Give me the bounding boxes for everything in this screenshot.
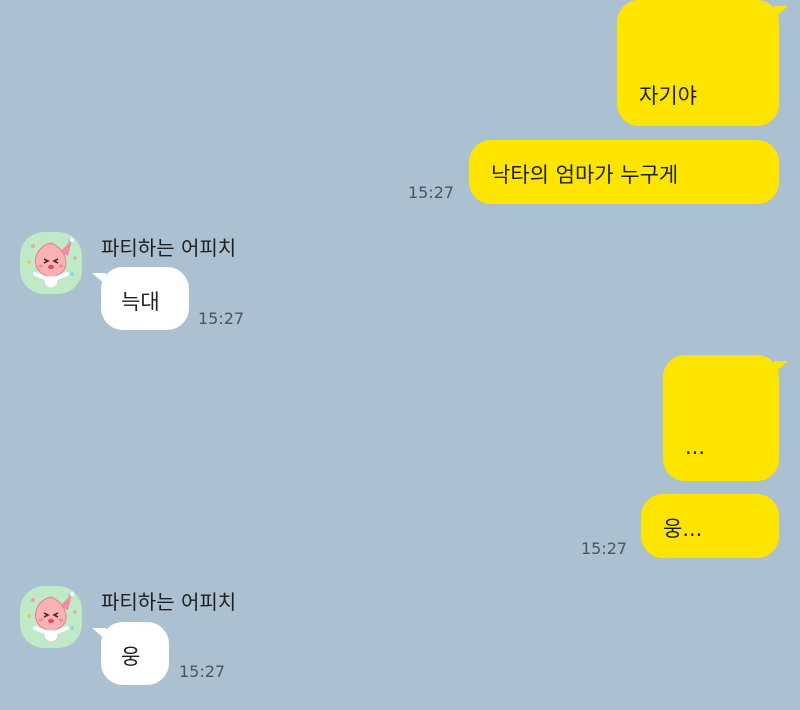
apeach-party-avatar-icon	[27, 237, 77, 289]
sender-name: 파티하는 어피치	[101, 236, 237, 260]
message-text: 낙타의 엄마가 누구게	[491, 163, 679, 187]
message-bubble-received[interactable]: 웅	[92, 622, 169, 685]
message-timestamp: 15:27	[408, 183, 455, 202]
message-timestamp: 15:27	[198, 309, 245, 328]
message-timestamp: 15:27	[581, 539, 628, 558]
message-text: 웅...	[663, 517, 703, 541]
message-bubble-sent[interactable]: ...	[663, 355, 788, 481]
message-text: 웅	[121, 645, 141, 669]
message-bubble-sent[interactable]: 웅...	[641, 494, 779, 558]
message-text: ...	[685, 435, 706, 459]
friend-avatar[interactable]	[20, 232, 82, 294]
apeach-party-avatar-icon	[27, 591, 77, 643]
friend-avatar[interactable]	[20, 586, 82, 648]
message-timestamp: 15:27	[179, 662, 226, 681]
message-bubble-sent[interactable]: 낙타의 엄마가 누구게	[469, 140, 779, 204]
message-bubble-sent[interactable]: 자기야	[617, 0, 788, 126]
message-text: 늑대	[121, 290, 160, 314]
message-text: 자기야	[639, 84, 697, 108]
sender-name: 파티하는 어피치	[101, 590, 237, 614]
message-bubble-received[interactable]: 늑대	[92, 267, 189, 330]
